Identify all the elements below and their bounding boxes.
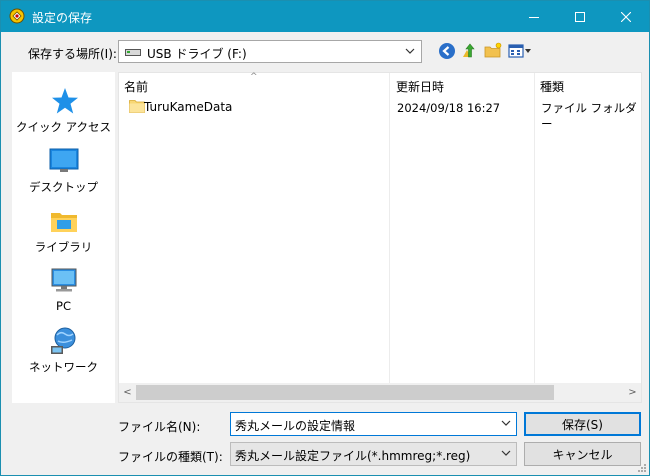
- scrollbar-thumb[interactable]: [136, 385, 554, 400]
- filetype-dropdown[interactable]: 秀丸メール設定ファイル(*.hmmreg;*.reg): [230, 442, 517, 466]
- back-icon[interactable]: [437, 41, 457, 61]
- place-library[interactable]: ライブラリ: [12, 201, 115, 261]
- place-network[interactable]: ネットワーク: [12, 321, 115, 381]
- scroll-right-icon[interactable]: >: [625, 385, 640, 400]
- column-header-type[interactable]: 種類: [535, 73, 635, 97]
- file-list[interactable]: ^ 名前 更新日時 種類 TuruKameData 2024/09/18 16:…: [118, 72, 642, 403]
- close-icon: [621, 11, 631, 22]
- location-value: USB ドライブ (F:): [147, 47, 247, 61]
- file-name: TuruKameData: [144, 100, 233, 114]
- column-header-name[interactable]: 名前: [119, 73, 389, 97]
- column-divider[interactable]: [389, 73, 390, 383]
- window-title: 設定の保存: [32, 11, 93, 25]
- places-bar: クイック アクセス デスクトップ ライブラリ PC ネットワーク: [12, 72, 115, 403]
- place-label: ライブラリ: [34, 240, 93, 254]
- filename-value: 秀丸メールの設定情報: [235, 419, 356, 433]
- chevron-down-icon[interactable]: [501, 419, 511, 427]
- place-desktop[interactable]: デスクトップ: [12, 141, 115, 201]
- location-label: 保存する場所(I):: [28, 47, 117, 61]
- place-label: PC: [56, 299, 71, 313]
- place-quick-access[interactable]: クイック アクセス: [12, 81, 115, 141]
- pc-icon: [51, 268, 77, 292]
- column-header-label: 名前: [124, 80, 149, 94]
- folder-icon: [129, 100, 145, 113]
- new-folder-icon[interactable]: [483, 41, 503, 61]
- place-label: デスクトップ: [29, 180, 98, 194]
- scroll-left-icon[interactable]: <: [120, 385, 135, 400]
- network-icon: [51, 327, 76, 354]
- desktop-icon: [49, 148, 79, 172]
- title-bar[interactable]: 設定の保存: [1, 1, 649, 32]
- minimize-button[interactable]: [511, 1, 557, 32]
- file-modified: 2024/09/18 16:27: [397, 101, 501, 115]
- place-label: ネットワーク: [29, 360, 98, 374]
- filetype-label: ファイルの種類(T):: [118, 450, 223, 464]
- column-header-label: 更新日時: [396, 80, 445, 94]
- minimize-icon: [529, 16, 539, 18]
- chevron-down-icon: [405, 48, 415, 54]
- horizontal-scrollbar[interactable]: < >: [119, 383, 641, 402]
- place-label: クイック アクセス: [15, 120, 112, 134]
- filetype-value: 秀丸メール設定ファイル(*.hmmreg;*.reg): [235, 449, 471, 463]
- file-row[interactable]: TuruKameData 2024/09/18 16:27 ファイル フォルダー: [127, 97, 637, 131]
- close-button[interactable]: [603, 1, 649, 32]
- app-icon: [9, 8, 25, 24]
- column-header-label: 種類: [540, 80, 565, 94]
- filename-input[interactable]: 秀丸メールの設定情報: [230, 412, 517, 436]
- location-dropdown[interactable]: USB ドライブ (F:): [118, 40, 422, 63]
- place-pc[interactable]: PC: [12, 261, 115, 321]
- save-settings-dialog: 設定の保存 保存する場所(I): USB ドライブ (F:) クイック アクセス…: [0, 0, 650, 476]
- chevron-down-icon: [501, 450, 511, 456]
- file-type: ファイル フォルダー: [541, 101, 637, 131]
- up-folder-icon[interactable]: [460, 41, 480, 61]
- filename-label: ファイル名(N):: [118, 420, 201, 434]
- star-icon: [52, 88, 78, 114]
- cancel-button[interactable]: キャンセル: [524, 442, 641, 466]
- maximize-icon: [575, 11, 585, 22]
- view-menu-icon[interactable]: [507, 41, 533, 61]
- resize-grip-icon[interactable]: [637, 463, 647, 473]
- usb-drive-icon: [125, 49, 141, 56]
- library-icon: [51, 213, 77, 232]
- maximize-button[interactable]: [557, 1, 603, 32]
- column-header-modified[interactable]: 更新日時: [391, 73, 535, 97]
- column-divider[interactable]: [534, 73, 535, 383]
- save-button[interactable]: 保存(S): [524, 412, 641, 436]
